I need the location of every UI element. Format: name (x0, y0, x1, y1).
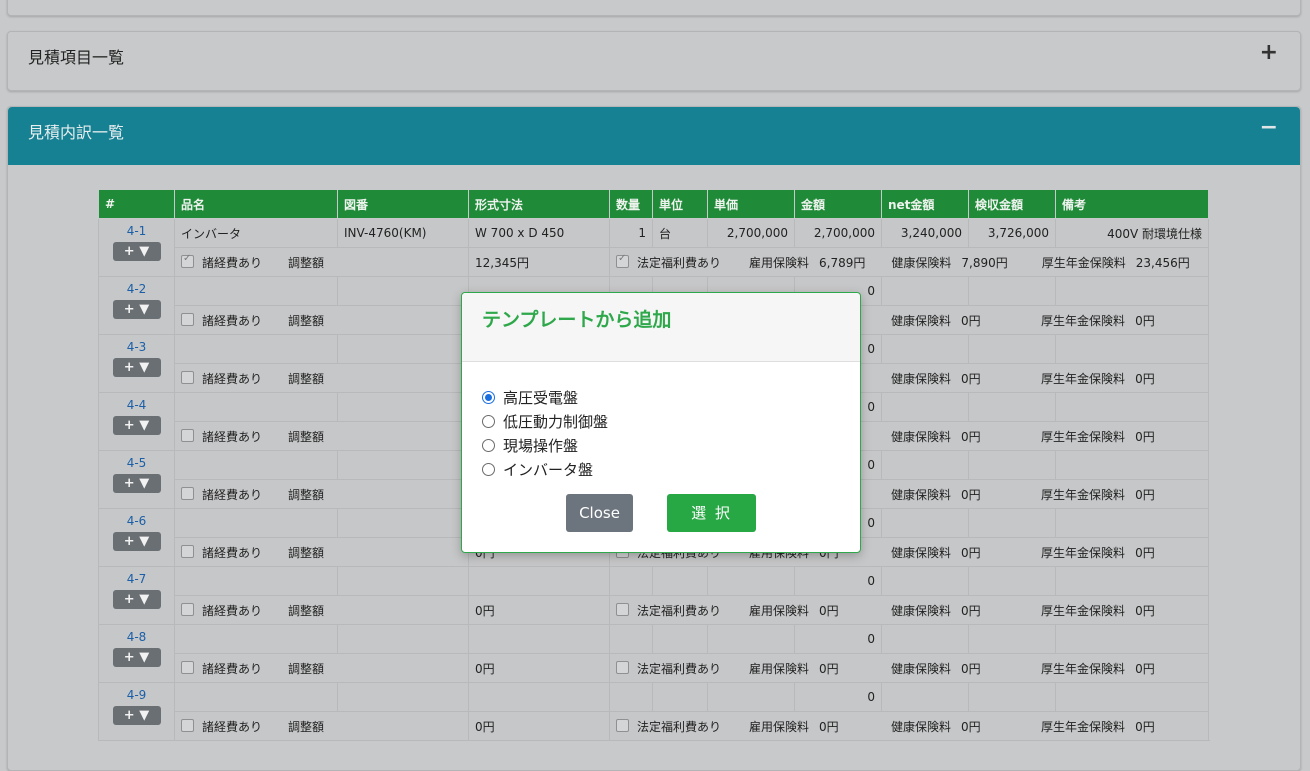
template-option[interactable]: インバータ盤 (482, 457, 608, 481)
template-option[interactable]: 現場操作盤 (482, 433, 608, 457)
template-add-modal: テンプレートから追加 高圧受電盤低圧動力制御盤 現場操作盤インバータ盤 Close… (461, 292, 861, 553)
modal-header: テンプレートから追加 (462, 293, 860, 362)
radio-button[interactable] (482, 414, 495, 428)
select-button[interactable]: 選 択 (667, 494, 756, 532)
template-option-label: 低圧動力制御盤 (503, 412, 609, 431)
modal-title: テンプレートから追加 (482, 309, 672, 331)
radio-button[interactable] (482, 462, 495, 476)
radio-button[interactable] (482, 390, 495, 404)
template-option[interactable]: 高圧受電盤 (482, 385, 608, 409)
template-option-label: 高圧受電盤 (503, 388, 579, 407)
template-options: 高圧受電盤低圧動力制御盤 現場操作盤インバータ盤 (482, 385, 608, 481)
close-button[interactable]: Close (566, 494, 633, 532)
template-option-label: 現場操作盤 (503, 436, 579, 455)
template-option[interactable]: 低圧動力制御盤 (482, 409, 608, 433)
template-option-label: インバータ盤 (503, 460, 594, 479)
radio-button[interactable] (482, 438, 495, 452)
